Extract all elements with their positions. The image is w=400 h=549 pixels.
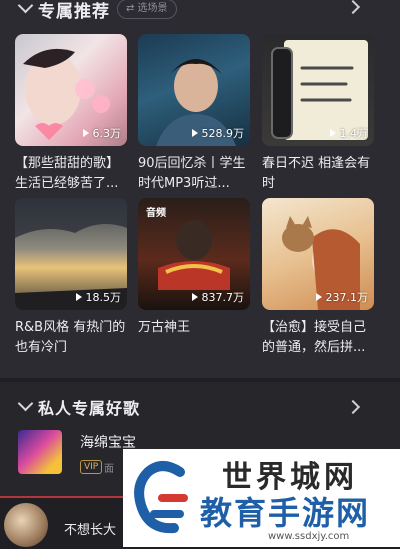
playlist-card[interactable]: 528.9万 90后回忆杀丨学生时代MP3听过... [138,34,250,194]
play-count: 237.1万 [315,291,369,304]
playlist-title: 【那些甜甜的歌】生活已经够苦了... [15,156,120,191]
playlist-cover: 6.3万 [15,34,127,146]
playlist-card[interactable]: 1.4万 春日不迟 相逢会有时 [262,34,374,194]
playlist-title: 春日不迟 相逢会有时 [262,156,371,191]
audio-badge: 音频 [146,208,166,219]
play-icon [315,293,322,301]
play-count-value: 6.3万 [92,127,122,140]
play-icon [191,293,198,301]
play-icon [82,129,89,137]
play-count-value: 837.7万 [201,291,245,304]
section-title: 私人专属好歌 [38,399,141,418]
play-icon [75,293,82,301]
section-title: 专属推荐 [38,2,110,22]
playlist-title: 【治愈】接受自己的普通，然后拼... [262,320,367,355]
play-count: 1.4万 [329,127,369,140]
playlist-cover: 音频 837.7万 [138,198,250,310]
playlist-title: 万古神王 [138,320,191,335]
playlist-title: 90后回忆杀丨学生时代MP3听过... [138,156,246,191]
playlist-cover: 528.9万 [138,34,250,146]
section-divider [0,378,400,382]
chevron-right-icon[interactable] [345,0,361,15]
playlist-card[interactable]: 237.1万 【治愈】接受自己的普通，然后拼... [262,198,374,358]
mini-player-title[interactable]: 不想长大 [64,519,116,538]
vip-badge: VIP [80,460,103,474]
play-count: 18.5万 [75,291,122,304]
scene-select-button[interactable]: ⇄ 选场景 [117,0,177,19]
play-count: 837.7万 [191,291,245,304]
playlist-card[interactable]: 6.3万 【那些甜甜的歌】生活已经够苦了... [15,34,127,194]
watermark-url: www.ssdxjy.com [268,531,350,542]
play-count-value: 528.9万 [201,127,245,140]
playlist-cover: 237.1万 [262,198,374,310]
play-count: 6.3万 [82,127,122,140]
playlist-card[interactable]: 音频 837.7万 万古神王 [138,198,250,338]
play-count: 528.9万 [191,127,245,140]
chevron-down-icon[interactable] [17,395,34,412]
play-icon [329,129,336,137]
watermark-subtitle: 教育手游网 [200,494,371,532]
playlist-card[interactable]: 18.5万 R&B风格 有热门的也有冷门 [15,198,127,358]
chevron-down-icon[interactable] [17,0,34,14]
play-icon [191,129,198,137]
play-count-value: 237.1万 [325,291,369,304]
chevron-right-icon[interactable] [345,399,361,415]
play-count-value: 18.5万 [85,291,122,304]
song-subtitle: 面 [104,464,114,475]
playlist-cover: 18.5万 [15,198,127,310]
playlist-title: R&B风格 有热门的也有冷门 [15,320,126,355]
playlist-cover: 1.4万 [262,34,374,146]
watermark-logo-icon [134,461,188,534]
play-count-value: 1.4万 [339,127,369,140]
recommend-header: 专属推荐 ⇄ 选场景 [0,0,400,22]
mini-player-cover[interactable] [4,503,48,547]
song-cover[interactable] [18,430,62,474]
